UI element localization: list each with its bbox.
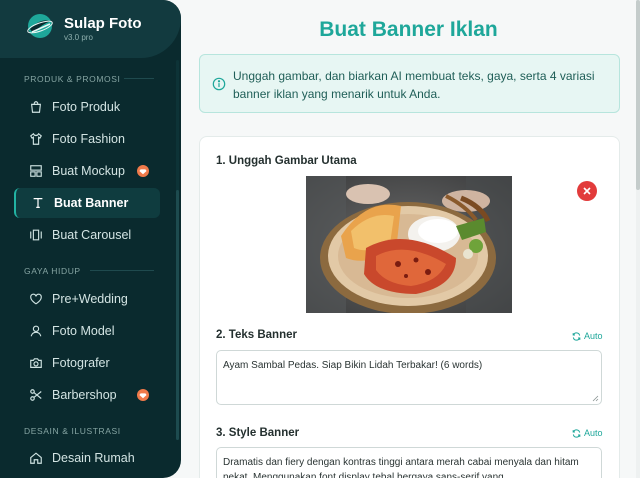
pro-badge [137,165,149,177]
gem-icon [139,393,147,399]
banner-text-input[interactable]: Ayam Sambal Pedas. Siap Bikin Lidah Terb… [216,350,602,405]
section-gaya-hidup: GAYA HIDUP [24,266,81,276]
refresh-icon [572,331,581,341]
banner-style-value: Dramatis dan fiery dengan kontras tinggi… [223,457,579,478]
info-banner: Unggah gambar, dan biarkan AI membuat te… [199,54,620,113]
remove-image-button[interactable] [577,181,597,201]
main-scrollbar-thumb[interactable] [636,0,640,190]
sidebar-item-label: Foto Fashion [52,132,125,146]
auto-label: Auto [584,428,603,438]
heart-icon [30,293,42,305]
info-icon [212,77,226,91]
sidebar-item-foto-model[interactable]: Foto Model [14,316,160,346]
app-name: Sulap Foto [64,15,142,32]
banner-text-value: Ayam Sambal Pedas. Siap Bikin Lidah Terb… [223,360,483,371]
sidebar-item-buat-carousel[interactable]: Buat Carousel [14,220,160,250]
auto-label: Auto [584,331,603,341]
user-icon [30,325,42,337]
home-icon [30,452,42,464]
app-version: v3.0 pro [64,33,93,42]
sidebar-scrollbar-thumb[interactable] [176,190,179,440]
info-text: Unggah gambar, dan biarkan AI membuat te… [233,69,595,101]
banner-text-label: 2. Teks Banner [216,329,297,341]
banner-text-auto-button[interactable]: Auto [572,331,603,341]
sidebar-item-pre-wedding[interactable]: Pre+Wedding [14,284,160,314]
logo-icon [27,14,53,38]
sidebar-item-label: Pre+Wedding [52,292,128,306]
gem-icon [139,169,147,175]
shirt-icon [30,132,42,145]
banner-style-label: 3. Style Banner [216,427,300,439]
sidebar-item-buat-mockup[interactable]: Buat Mockup [14,156,160,186]
sidebar-item-buat-banner[interactable]: Buat Banner [14,188,160,218]
sidebar-item-foto-produk[interactable]: Foto Produk [14,92,160,122]
banner-style-input[interactable]: Dramatis dan fiery dengan kontras tinggi… [216,447,602,478]
sidebar-item-label: Foto Model [52,324,115,338]
sidebar: Sulap Foto v3.0 pro PRODUK & PROMOSI Fot… [0,0,181,478]
shopping-bag-icon [30,101,42,113]
sidebar-item-label: Barbershop [52,388,117,402]
section-divider [124,78,154,79]
resize-grip-icon[interactable] [592,395,599,402]
sidebar-item-label: Buat Banner [54,196,129,210]
sidebar-item-label: Desain Rumah [52,451,135,465]
sidebar-item-label: Foto Produk [52,100,121,114]
sidebar-item-label: Buat Carousel [52,228,132,242]
banner-style-auto-button[interactable]: Auto [572,428,603,438]
sidebar-item-label: Buat Mockup [52,164,125,178]
refresh-icon [572,428,581,438]
pro-badge [137,389,149,401]
layout-icon [30,165,42,177]
sidebar-item-desain-rumah[interactable]: Desain Rumah [14,443,160,473]
camera-icon [30,358,42,368]
section-divider [90,270,154,271]
upload-label: 1. Unggah Gambar Utama [216,155,357,167]
food-photo [306,176,512,313]
section-produk-promosi: PRODUK & PROMOSI [24,74,121,84]
text-icon [33,198,43,208]
page-title: Buat Banner Iklan [319,18,498,41]
carousel-icon [30,229,42,241]
close-icon [583,187,591,195]
uploaded-image[interactable] [306,176,512,313]
brand-header: Sulap Foto v3.0 pro [0,0,181,58]
section-desain-ilustrasi: DESAIN & ILUSTRASI [24,426,121,436]
sidebar-item-label: Fotografer [52,356,110,370]
sidebar-item-fotografer[interactable]: Fotografer [14,348,160,378]
sidebar-item-barbershop[interactable]: Barbershop [14,380,160,410]
scissors-icon [30,389,42,401]
sidebar-item-foto-fashion[interactable]: Foto Fashion [14,124,160,154]
